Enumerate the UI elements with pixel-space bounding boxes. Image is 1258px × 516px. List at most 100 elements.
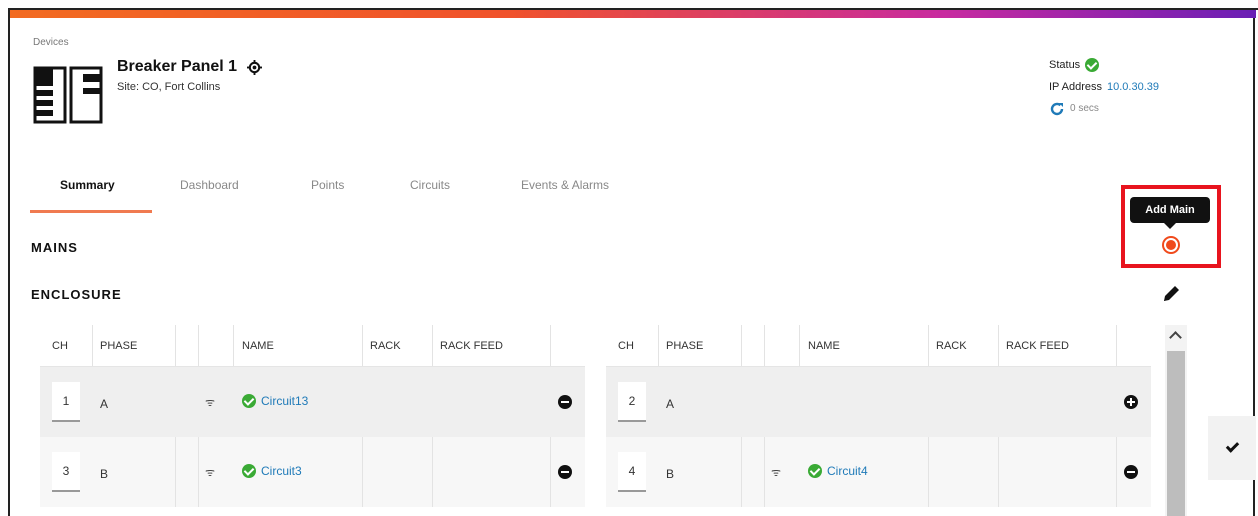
column-divider <box>198 437 199 507</box>
column-divider <box>741 437 742 507</box>
add-circuit-button[interactable] <box>1124 395 1138 409</box>
col-rack-feed: RACK FEED <box>440 340 503 352</box>
tab-points[interactable]: Points <box>311 178 344 192</box>
column-divider <box>432 325 433 366</box>
table-row[interactable]: 3 B ᯤ Circuit3 <box>40 437 585 507</box>
remove-circuit-button[interactable] <box>1124 465 1138 479</box>
ip-label: IP Address <box>1049 81 1102 93</box>
add-main-button[interactable] <box>1162 236 1180 254</box>
add-main-tooltip: Add Main <box>1130 197 1210 229</box>
device-name: Breaker Panel 1 <box>117 58 238 75</box>
plug-icon: ᯤ <box>205 467 216 479</box>
circuit-link[interactable]: Circuit3 <box>261 464 302 478</box>
col-name: NAME <box>242 340 274 352</box>
column-divider <box>658 325 659 366</box>
table-row[interactable]: 4 B ᯤ Circuit4 <box>606 437 1151 507</box>
breaker-panel-icon <box>33 66 103 124</box>
channel-field[interactable]: 4 <box>618 452 646 492</box>
device-site: Site: CO, Fort Collins <box>117 81 221 93</box>
column-divider <box>175 437 176 507</box>
ip-row: IP Address 10.0.30.39 <box>1049 76 1159 98</box>
plug-icon: ᯤ <box>771 467 782 479</box>
phase-value: A <box>666 397 675 411</box>
status-row: Status <box>1049 54 1159 76</box>
channel-field[interactable]: 2 <box>618 382 646 422</box>
column-divider <box>362 437 363 507</box>
col-rack: RACK <box>936 340 967 352</box>
check-circle-icon <box>1085 58 1100 72</box>
column-divider <box>175 325 176 366</box>
check-circle-icon <box>242 394 256 408</box>
checkmark-icon <box>1225 439 1239 453</box>
remove-circuit-button[interactable] <box>558 465 572 479</box>
refresh-icon[interactable] <box>1049 101 1065 117</box>
breadcrumb[interactable]: Devices <box>33 37 69 48</box>
gear-icon[interactable] <box>247 59 263 75</box>
circuit-cell: Circuit13 <box>242 394 308 408</box>
column-divider <box>233 325 234 366</box>
check-circle-icon <box>808 464 822 478</box>
refresh-row: 0 secs <box>1049 98 1159 120</box>
col-phase: PHASE <box>666 340 704 352</box>
remove-circuit-button[interactable] <box>558 395 572 409</box>
scroll-up-icon[interactable] <box>1169 331 1182 344</box>
column-divider <box>1116 325 1117 366</box>
active-tab-indicator <box>30 210 152 213</box>
status-block: Status IP Address 10.0.30.39 0 secs <box>1049 54 1159 120</box>
column-divider <box>550 437 551 507</box>
column-divider <box>998 325 999 366</box>
ip-address-link[interactable]: 10.0.30.39 <box>1107 76 1159 98</box>
circuit-cell: Circuit3 <box>242 464 302 478</box>
plug-icon: ᯤ <box>205 397 216 409</box>
col-ch: CH <box>618 340 634 352</box>
column-divider <box>764 325 765 366</box>
column-divider <box>92 325 93 366</box>
status-label: Status <box>1049 59 1081 71</box>
col-name: NAME <box>808 340 840 352</box>
col-ch: CH <box>52 340 68 352</box>
column-divider <box>928 325 929 366</box>
circuit-table-right: CH PHASE NAME RACK RACK FEED 2 A 4 B ᯤ C… <box>606 325 1151 507</box>
column-divider <box>741 325 742 366</box>
scroll-thumb[interactable] <box>1167 351 1185 516</box>
tab-events-alarms[interactable]: Events & Alarms <box>521 178 609 192</box>
device-title: Breaker Panel 1 <box>117 58 263 76</box>
table-row[interactable]: 1 A ᯤ Circuit13 <box>40 367 585 437</box>
scrollbar[interactable] <box>1165 325 1187 516</box>
circuit-table-left: CH PHASE NAME RACK RACK FEED 1 A ᯤ Circu… <box>40 325 585 507</box>
column-divider <box>1116 437 1117 507</box>
col-rack: RACK <box>370 340 401 352</box>
phase-value: B <box>100 467 109 481</box>
circuit-link[interactable]: Circuit13 <box>261 394 308 408</box>
tab-dashboard[interactable]: Dashboard <box>180 178 239 192</box>
column-divider <box>928 437 929 507</box>
col-phase: PHASE <box>100 340 138 352</box>
table-header: CH PHASE NAME RACK RACK FEED <box>606 325 1151 367</box>
phase-value: B <box>666 467 675 481</box>
tab-summary[interactable]: Summary <box>60 178 115 192</box>
refresh-age: 0 secs <box>1070 103 1099 114</box>
check-circle-icon <box>242 464 256 478</box>
pencil-icon[interactable] <box>1161 284 1181 304</box>
circuit-cell: Circuit4 <box>808 464 868 478</box>
mains-heading: MAINS <box>31 240 78 255</box>
table-row[interactable]: 2 A <box>606 367 1151 437</box>
brand-gradient-bar <box>10 10 1256 18</box>
column-divider <box>362 325 363 366</box>
column-divider <box>799 325 800 366</box>
column-divider <box>432 437 433 507</box>
col-rack-feed: RACK FEED <box>1006 340 1069 352</box>
column-divider <box>764 437 765 507</box>
table-header: CH PHASE NAME RACK RACK FEED <box>40 325 585 367</box>
tab-bar: Summary Dashboard Points Circuits Events… <box>30 168 670 214</box>
confirm-button[interactable] <box>1208 416 1256 480</box>
column-divider <box>198 325 199 366</box>
phase-value: A <box>100 397 109 411</box>
column-divider <box>550 325 551 366</box>
channel-field[interactable]: 3 <box>52 452 80 492</box>
channel-field[interactable]: 1 <box>52 382 80 422</box>
enclosure-heading: ENCLOSURE <box>31 287 122 302</box>
tab-circuits[interactable]: Circuits <box>410 178 450 192</box>
circuit-link[interactable]: Circuit4 <box>827 464 868 478</box>
column-divider <box>998 437 999 507</box>
